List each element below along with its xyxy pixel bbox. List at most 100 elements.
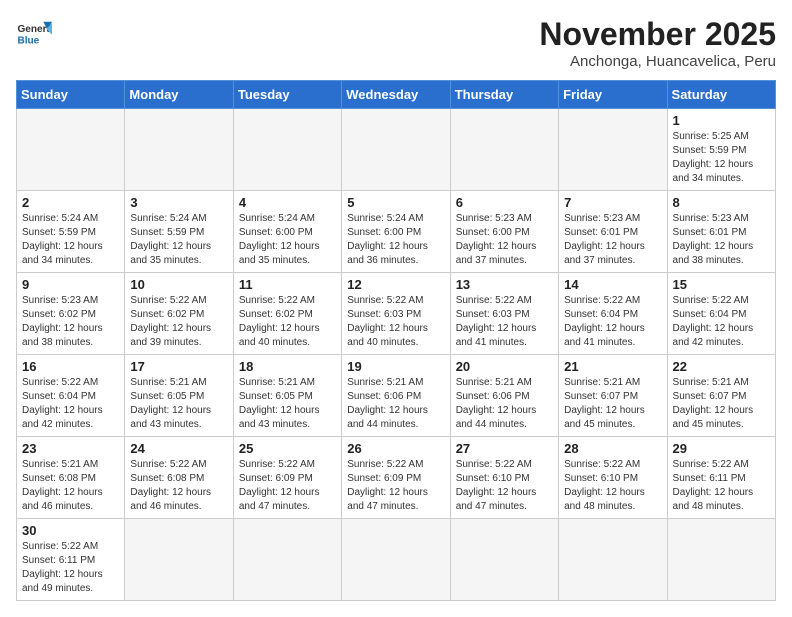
day-number: 22 — [673, 359, 770, 374]
calendar-week-row: 1 Sunrise: 5:25 AM Sunset: 5:59 PM Daylig… — [17, 109, 776, 191]
calendar-day-cell: 21 Sunrise: 5:21 AM Sunset: 6:07 PM Dayli… — [559, 355, 667, 437]
calendar-day-cell: 26Sunrise: 5:22 AM Sunset: 6:09 PM Dayli… — [342, 437, 450, 519]
calendar-day-cell — [667, 519, 775, 601]
day-number: 24 — [130, 441, 227, 456]
day-number: 30 — [22, 523, 119, 538]
calendar-day-cell: 18Sunrise: 5:21 AM Sunset: 6:05 PM Dayli… — [233, 355, 341, 437]
day-number: 11 — [239, 277, 336, 292]
calendar-week-row: 9 Sunrise: 5:23 AM Sunset: 6:02 PM Daylig… — [17, 273, 776, 355]
calendar-day-cell: 30 Sunrise: 5:22 AM Sunset: 6:11 PM Dayli… — [17, 519, 125, 601]
calendar-day-cell: 19 Sunrise: 5:21 AM Sunset: 6:06 PM Dayli… — [342, 355, 450, 437]
day-number: 5 — [347, 195, 444, 210]
day-number: 7 — [564, 195, 661, 210]
day-info: Sunrise: 5:22 AM Sunset: 6:03 PM Dayligh… — [347, 294, 444, 350]
day-number: 20 — [456, 359, 553, 374]
calendar-day-cell: 8 Sunrise: 5:23 AM Sunset: 6:01 PM Daylig… — [667, 191, 775, 273]
day-info: Sunrise: 5:22 AM Sunset: 6:04 PM Dayligh… — [564, 294, 661, 350]
calendar-day-header: Sunday — [17, 81, 125, 109]
day-info: Sunrise: 5:24 AM Sunset: 6:00 PM Dayligh… — [239, 212, 336, 268]
day-number: 17 — [130, 359, 227, 374]
calendar-table: SundayMondayTuesdayWednesdayThursdayFrid… — [16, 80, 776, 601]
day-info: Sunrise: 5:22 AM Sunset: 6:02 PM Dayligh… — [130, 294, 227, 350]
day-info: Sunrise: 5:25 AM Sunset: 5:59 PM Dayligh… — [673, 130, 770, 186]
calendar-day-cell — [233, 519, 341, 601]
calendar-day-cell: 4Sunrise: 5:24 AM Sunset: 6:00 PM Daylig… — [233, 191, 341, 273]
day-info: Sunrise: 5:21 AM Sunset: 6:07 PM Dayligh… — [564, 376, 661, 432]
day-info: Sunrise: 5:23 AM Sunset: 6:01 PM Dayligh… — [564, 212, 661, 268]
day-info: Sunrise: 5:23 AM Sunset: 6:00 PM Dayligh… — [456, 212, 553, 268]
day-number: 21 — [564, 359, 661, 374]
calendar-day-cell — [125, 519, 233, 601]
day-info: Sunrise: 5:22 AM Sunset: 6:11 PM Dayligh… — [22, 540, 119, 596]
calendar-day-cell: 24 Sunrise: 5:22 AM Sunset: 6:08 PM Dayli… — [125, 437, 233, 519]
day-number: 8 — [673, 195, 770, 210]
day-number: 23 — [22, 441, 119, 456]
calendar-day-cell: 25 Sunrise: 5:22 AM Sunset: 6:09 PM Dayli… — [233, 437, 341, 519]
logo-icon: General Blue — [16, 16, 52, 52]
day-number: 27 — [456, 441, 553, 456]
day-info: Sunrise: 5:22 AM Sunset: 6:09 PM Dayligh… — [239, 458, 336, 514]
day-info: Sunrise: 5:22 AM Sunset: 6:08 PM Dayligh… — [130, 458, 227, 514]
calendar-day-cell — [125, 109, 233, 191]
day-number: 3 — [130, 195, 227, 210]
month-title: November 2025 — [539, 16, 776, 53]
calendar-week-row: 2 Sunrise: 5:24 AM Sunset: 5:59 PM Daylig… — [17, 191, 776, 273]
calendar-day-cell: 2 Sunrise: 5:24 AM Sunset: 5:59 PM Daylig… — [17, 191, 125, 273]
calendar-day-cell — [450, 519, 558, 601]
calendar-day-cell — [342, 519, 450, 601]
day-number: 9 — [22, 277, 119, 292]
calendar-day-cell: 17 Sunrise: 5:21 AM Sunset: 6:05 PM Dayli… — [125, 355, 233, 437]
day-info: Sunrise: 5:24 AM Sunset: 6:00 PM Dayligh… — [347, 212, 444, 268]
day-info: Sunrise: 5:21 AM Sunset: 6:05 PM Dayligh… — [130, 376, 227, 432]
calendar-header-row: SundayMondayTuesdayWednesdayThursdayFrid… — [17, 81, 776, 109]
day-info: Sunrise: 5:24 AM Sunset: 5:59 PM Dayligh… — [130, 212, 227, 268]
calendar-day-cell: 14 Sunrise: 5:22 AM Sunset: 6:04 PM Dayli… — [559, 273, 667, 355]
day-number: 25 — [239, 441, 336, 456]
day-info: Sunrise: 5:22 AM Sunset: 6:03 PM Dayligh… — [456, 294, 553, 350]
logo: General Blue — [16, 16, 52, 52]
day-info: Sunrise: 5:23 AM Sunset: 6:01 PM Dayligh… — [673, 212, 770, 268]
calendar-day-header: Monday — [125, 81, 233, 109]
day-info: Sunrise: 5:22 AM Sunset: 6:09 PM Dayligh… — [347, 458, 444, 514]
day-info: Sunrise: 5:24 AM Sunset: 5:59 PM Dayligh… — [22, 212, 119, 268]
calendar-day-cell: 29Sunrise: 5:22 AM Sunset: 6:11 PM Dayli… — [667, 437, 775, 519]
calendar-day-cell: 12Sunrise: 5:22 AM Sunset: 6:03 PM Dayli… — [342, 273, 450, 355]
day-number: 28 — [564, 441, 661, 456]
day-number: 2 — [22, 195, 119, 210]
day-number: 14 — [564, 277, 661, 292]
calendar-day-cell: 6Sunrise: 5:23 AM Sunset: 6:00 PM Daylig… — [450, 191, 558, 273]
page-header: General Blue November 2025 Anchonga, Hua… — [16, 16, 776, 70]
calendar-day-cell: 3 Sunrise: 5:24 AM Sunset: 5:59 PM Daylig… — [125, 191, 233, 273]
calendar-week-row: 16Sunrise: 5:22 AM Sunset: 6:04 PM Dayli… — [17, 355, 776, 437]
location-title: Anchonga, Huancavelica, Peru — [539, 53, 776, 70]
title-area: November 2025 Anchonga, Huancavelica, Pe… — [539, 16, 776, 70]
calendar-day-cell: 16Sunrise: 5:22 AM Sunset: 6:04 PM Dayli… — [17, 355, 125, 437]
day-info: Sunrise: 5:21 AM Sunset: 6:06 PM Dayligh… — [347, 376, 444, 432]
calendar-day-cell: 20 Sunrise: 5:21 AM Sunset: 6:06 PM Dayli… — [450, 355, 558, 437]
day-number: 16 — [22, 359, 119, 374]
calendar-day-header: Thursday — [450, 81, 558, 109]
calendar-day-cell — [559, 519, 667, 601]
day-info: Sunrise: 5:21 AM Sunset: 6:07 PM Dayligh… — [673, 376, 770, 432]
day-info: Sunrise: 5:21 AM Sunset: 6:06 PM Dayligh… — [456, 376, 553, 432]
day-number: 18 — [239, 359, 336, 374]
day-info: Sunrise: 5:22 AM Sunset: 6:04 PM Dayligh… — [673, 294, 770, 350]
day-info: Sunrise: 5:22 AM Sunset: 6:10 PM Dayligh… — [456, 458, 553, 514]
calendar-day-cell: 7 Sunrise: 5:23 AM Sunset: 6:01 PM Daylig… — [559, 191, 667, 273]
day-info: Sunrise: 5:21 AM Sunset: 6:08 PM Dayligh… — [22, 458, 119, 514]
calendar-day-cell: 13 Sunrise: 5:22 AM Sunset: 6:03 PM Dayli… — [450, 273, 558, 355]
calendar-week-row: 23 Sunrise: 5:21 AM Sunset: 6:08 PM Dayli… — [17, 437, 776, 519]
day-number: 29 — [673, 441, 770, 456]
day-number: 19 — [347, 359, 444, 374]
calendar-day-cell — [17, 109, 125, 191]
calendar-day-cell: 28Sunrise: 5:22 AM Sunset: 6:10 PM Dayli… — [559, 437, 667, 519]
calendar-day-header: Saturday — [667, 81, 775, 109]
day-info: Sunrise: 5:23 AM Sunset: 6:02 PM Dayligh… — [22, 294, 119, 350]
day-info: Sunrise: 5:22 AM Sunset: 6:02 PM Dayligh… — [239, 294, 336, 350]
day-number: 1 — [673, 113, 770, 128]
calendar-day-cell — [559, 109, 667, 191]
calendar-day-cell: 1 Sunrise: 5:25 AM Sunset: 5:59 PM Daylig… — [667, 109, 775, 191]
day-number: 13 — [456, 277, 553, 292]
day-number: 15 — [673, 277, 770, 292]
calendar-day-header: Tuesday — [233, 81, 341, 109]
